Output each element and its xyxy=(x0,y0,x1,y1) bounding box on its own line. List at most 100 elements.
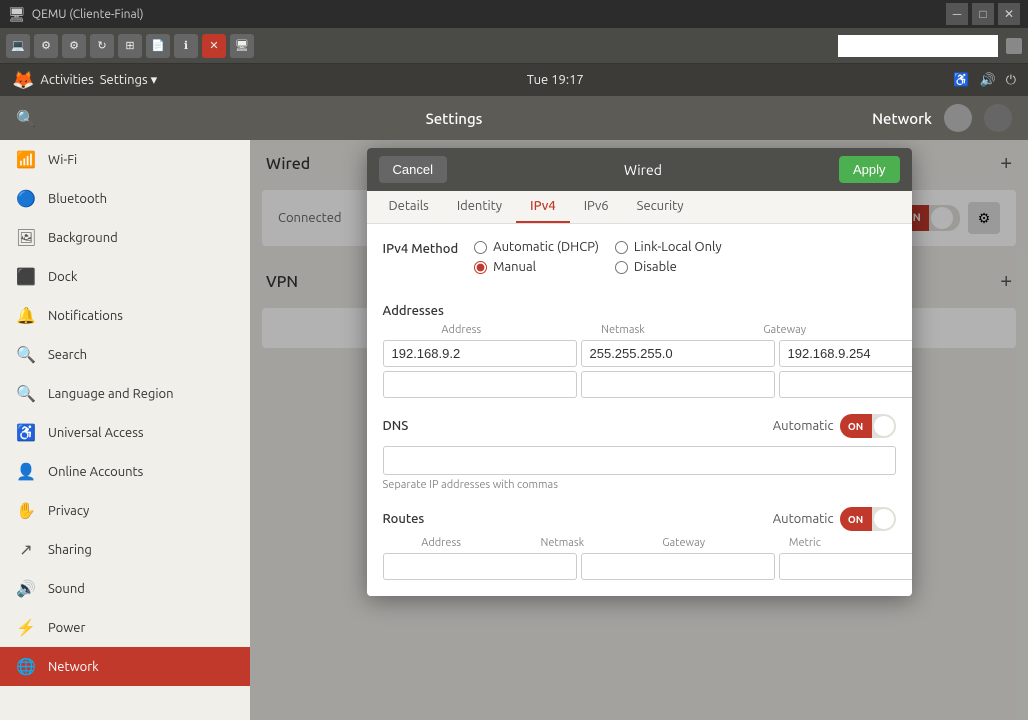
firefox-icon[interactable]: 🦊 xyxy=(12,70,34,91)
toolbar-icon-5[interactable]: ⊞ xyxy=(118,34,142,58)
sidebar-item-sound[interactable]: 🔊 Sound xyxy=(0,569,250,608)
radio-manual-input[interactable] xyxy=(474,261,487,274)
routes-toggle[interactable]: ON xyxy=(840,507,896,531)
tab-details[interactable]: Details xyxy=(375,191,443,223)
sidebar-item-background[interactable]: 🖼 Background xyxy=(0,218,250,257)
sidebar-item-privacy[interactable]: ✋ Privacy xyxy=(0,491,250,530)
addr-row1-address[interactable] xyxy=(383,340,577,367)
sidebar-item-online-accounts[interactable]: 👤 Online Accounts xyxy=(0,452,250,491)
settings-menu-label[interactable]: Settings ▾ xyxy=(100,73,157,88)
tab-identity[interactable]: Identity xyxy=(443,191,516,223)
sound-icon: 🔊 xyxy=(16,579,36,598)
ipv4-method-options: Automatic (DHCP) Link-Local Only Manual xyxy=(474,240,740,274)
wired-dialog: Cancel Wired Apply Details Identity IPv4… xyxy=(367,148,912,596)
dns-input[interactable] xyxy=(383,446,896,475)
routes-row1-netmask[interactable] xyxy=(581,553,775,580)
sidebar-item-bluetooth[interactable]: 🔵 Bluetooth xyxy=(0,179,250,218)
sidebar-label-search: Search xyxy=(48,348,87,362)
volume-icon[interactable]: 🔊 xyxy=(980,73,996,88)
sidebar-label-wifi: Wi-Fi xyxy=(48,153,77,167)
sidebar-label-sound: Sound xyxy=(48,582,85,596)
settings-search-icon[interactable]: 🔍 xyxy=(16,109,36,128)
routes-row1-gateway[interactable] xyxy=(779,553,912,580)
radio-manual-label: Manual xyxy=(493,260,536,274)
settings-avatar xyxy=(944,104,972,132)
sidebar-label-sharing: Sharing xyxy=(48,543,92,557)
toolbar-icon-8[interactable]: ✕ xyxy=(202,34,226,58)
sidebar-item-sharing[interactable]: ↗ Sharing xyxy=(0,530,250,569)
radio-disable-input[interactable] xyxy=(615,261,628,274)
radio-disable[interactable]: Disable xyxy=(615,260,740,274)
toolbar-icon-7[interactable]: ℹ xyxy=(174,34,198,58)
toolbar-icon-4[interactable]: ↻ xyxy=(90,34,114,58)
dns-section: DNS Automatic ON Separate IP addresses w… xyxy=(383,414,896,491)
radio-manual[interactable]: Manual xyxy=(474,260,599,274)
col-action-label xyxy=(868,324,896,336)
toolbar-icon-9[interactable]: 🖥 xyxy=(230,34,254,58)
apply-button[interactable]: Apply xyxy=(839,156,900,183)
settings-header: 🔍 Settings Network xyxy=(0,96,1028,140)
toolbar-icon-3[interactable]: ⚙ xyxy=(62,34,86,58)
dialog-body: IPv4 Method Automatic (DHCP) Link-Local … xyxy=(367,224,912,596)
minimize-button[interactable]: ─ xyxy=(946,3,968,25)
sidebar-item-language[interactable]: 🔍 Language and Region xyxy=(0,374,250,413)
addresses-section: Addresses Address Netmask Gateway xyxy=(383,304,896,398)
toolbar-search-input[interactable] xyxy=(838,35,998,57)
dialog-overlay: Cancel Wired Apply Details Identity IPv4… xyxy=(250,140,1028,720)
search-icon: 🔍 xyxy=(16,345,36,364)
routes-header: Routes Automatic ON xyxy=(383,507,896,531)
title-bar: 🖥 QEMU (Cliente-Final) ─ □ ✕ xyxy=(0,0,1028,28)
close-button[interactable]: ✕ xyxy=(998,3,1020,25)
ipv4-method-section: IPv4 Method Automatic (DHCP) Link-Local … xyxy=(383,240,896,290)
addr-row2-gateway[interactable] xyxy=(779,371,912,398)
toolbar-icon-2[interactable]: ⚙ xyxy=(34,34,58,58)
cancel-button[interactable]: Cancel xyxy=(379,156,447,183)
routes-auto-group: Automatic ON xyxy=(773,507,896,531)
clock: Tue 19:17 xyxy=(527,73,584,87)
main-content: Wired + Connected ON ⚙ VPN + xyxy=(250,140,1028,720)
dialog-title: Wired xyxy=(455,162,831,178)
radio-link-local[interactable]: Link-Local Only xyxy=(615,240,740,254)
dns-toggle[interactable]: ON xyxy=(840,414,896,438)
radio-link-local-input[interactable] xyxy=(615,241,628,254)
power-sidebar-icon: ⚡ xyxy=(16,618,36,637)
addr-row2-address[interactable] xyxy=(383,371,577,398)
toolbar-icon-6[interactable]: 📄 xyxy=(146,34,170,58)
sidebar-item-notifications[interactable]: 🔔 Notifications xyxy=(0,296,250,335)
sidebar-label-notifications: Notifications xyxy=(48,309,123,323)
title-bar-controls: ─ □ ✕ xyxy=(946,3,1020,25)
dns-toggle-label: ON xyxy=(840,414,872,438)
addr-row1-netmask[interactable] xyxy=(581,340,775,367)
col-gateway-label: Gateway xyxy=(706,324,864,336)
maximize-button[interactable]: □ xyxy=(972,3,994,25)
network-icon: 🌐 xyxy=(16,657,36,676)
accessibility-icon: ♿ xyxy=(953,73,969,88)
routes-row1-address[interactable] xyxy=(383,553,577,580)
routes-column-headers: Address Netmask Gateway Metric xyxy=(383,537,896,549)
tab-ipv4[interactable]: IPv4 xyxy=(516,191,570,223)
power-icon[interactable]: ⏻ xyxy=(1006,73,1016,88)
sidebar-item-universal[interactable]: ♿ Universal Access xyxy=(0,413,250,452)
notifications-icon: 🔔 xyxy=(16,306,36,325)
sidebar-item-wifi[interactable]: 📶 Wi-Fi xyxy=(0,140,250,179)
radio-auto-dhcp-input[interactable] xyxy=(474,241,487,254)
routes-toggle-label: ON xyxy=(840,507,872,531)
activities-label[interactable]: Activities xyxy=(40,73,93,87)
addr-row1-gateway[interactable] xyxy=(779,340,912,367)
sidebar-item-dock[interactable]: ⬛ Dock xyxy=(0,257,250,296)
addr-row-2: ✕ xyxy=(383,371,896,398)
sidebar-label-privacy: Privacy xyxy=(48,504,89,518)
addr-row2-netmask[interactable] xyxy=(581,371,775,398)
tab-ipv6[interactable]: IPv6 xyxy=(570,191,623,223)
toolbar-icon-1[interactable]: 💻 xyxy=(6,34,30,58)
addr-column-headers: Address Netmask Gateway xyxy=(383,324,896,336)
radio-auto-dhcp[interactable]: Automatic (DHCP) xyxy=(474,240,599,254)
tab-security[interactable]: Security xyxy=(623,191,698,223)
sidebar-item-power[interactable]: ⚡ Power xyxy=(0,608,250,647)
sidebar-item-search[interactable]: 🔍 Search xyxy=(0,335,250,374)
sidebar-item-network[interactable]: 🌐 Network xyxy=(0,647,250,686)
routes-row-1: ✕ xyxy=(383,553,896,580)
sidebar-label-online: Online Accounts xyxy=(48,465,143,479)
qemu-icon: 🖥 xyxy=(8,6,26,23)
routes-title: Routes xyxy=(383,512,425,526)
